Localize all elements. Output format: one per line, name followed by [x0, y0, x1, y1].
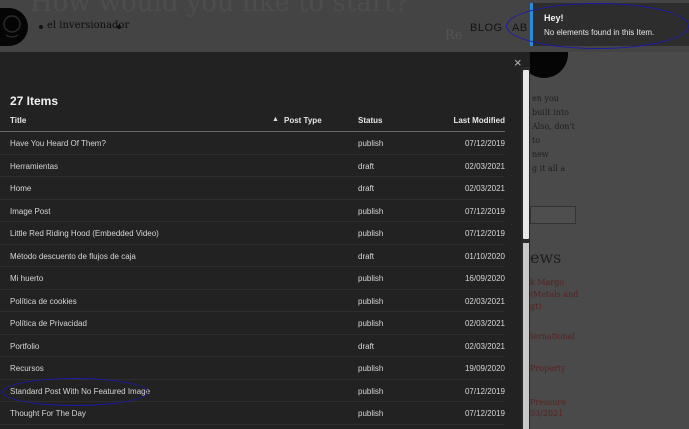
- row-title: Herramientas: [10, 161, 59, 171]
- table-row[interactable]: Thought For The Day publish 07/12/2019: [0, 402, 505, 425]
- row-status: draft: [358, 251, 375, 261]
- sort-caret-up-icon[interactable]: ▲: [272, 116, 279, 123]
- items-modal: × 27 Items Title ▲ Post Type Status Last…: [0, 52, 530, 429]
- sidebar-link[interactable]: ternational: [530, 332, 575, 341]
- row-date: 07/12/2019: [464, 139, 505, 148]
- sidebar-text: built into: [532, 108, 569, 117]
- separator-dot: [39, 25, 43, 29]
- row-status: publish: [358, 229, 384, 238]
- row-status: publish: [358, 319, 384, 328]
- scrollbar-track-lower: [523, 243, 529, 429]
- row-title: Recursos: [10, 364, 44, 373]
- table-row[interactable]: Política de Privacidad publish 02/03/2021: [0, 312, 505, 335]
- row-title: Standard Post With No Featured Image: [10, 386, 151, 396]
- table-row[interactable]: Standard Post With No Featured Image publ…: [0, 380, 505, 402]
- sidebar-text: en you: [532, 94, 559, 103]
- sidebar-text: new: [532, 150, 549, 159]
- column-post-type[interactable]: Post Type: [284, 116, 322, 125]
- column-status[interactable]: Status: [358, 116, 382, 125]
- toast-title: Hey!: [544, 13, 564, 23]
- column-last-modified[interactable]: Last Modified: [453, 116, 505, 125]
- row-status: publish: [358, 274, 384, 283]
- row-date: 02/03/2021: [464, 341, 505, 351]
- row-status: publish: [358, 296, 384, 306]
- row-date: 19/09/2020: [464, 364, 505, 373]
- row-status: publish: [358, 139, 384, 148]
- toast-message: No elements found in this Item.: [544, 28, 655, 37]
- row-date: 01/10/2020: [464, 251, 505, 261]
- row-date: 07/12/2019: [464, 206, 505, 216]
- scrollbar-thumb[interactable]: [523, 70, 529, 239]
- nav-blog[interactable]: BLOG: [470, 22, 503, 34]
- avatar: [530, 52, 568, 78]
- table-row[interactable]: Little Red Riding Hood (Embedded Video) p…: [0, 222, 505, 245]
- site-hero-title: How would you like to start?: [30, 0, 409, 18]
- row-status: publish: [358, 386, 384, 396]
- sidebar-text: Also, don't: [532, 122, 575, 131]
- table-row[interactable]: Have You Heard Of Them? publish 07/12/2019: [0, 132, 505, 155]
- row-title: Have You Heard Of Them?: [10, 139, 106, 148]
- row-date: 02/03/2021: [464, 296, 505, 306]
- row-date: 07/12/2019: [464, 409, 505, 418]
- row-title: Mi huerto: [10, 274, 44, 283]
- sidebar-search-box[interactable]: [530, 206, 576, 224]
- sidebar-link[interactable]: 03/2021: [530, 409, 563, 418]
- row-title: Home: [10, 184, 32, 193]
- row-date: 16/09/2020: [464, 274, 505, 283]
- table-row[interactable]: Política de cookies publish 02/03/2021: [0, 290, 505, 312]
- table-header: Title ▲ Post Type Status Last Modified: [0, 110, 505, 132]
- row-status: publish: [358, 206, 384, 216]
- sidebar-link[interactable]: gt): [530, 302, 541, 311]
- sidebar-link[interactable]: Pressure: [530, 398, 566, 407]
- sidebar-link[interactable]: Property: [530, 364, 565, 373]
- row-status: publish: [358, 364, 384, 373]
- row-title: Política de cookies: [10, 296, 77, 306]
- table-row[interactable]: Herramientas draft 02/03/2021: [0, 155, 505, 177]
- scrollbar[interactable]: [521, 67, 530, 429]
- column-title[interactable]: Title: [10, 116, 26, 125]
- sidebar-link[interactable]: k Margo: [530, 278, 564, 287]
- head-icon: [3, 15, 21, 38]
- row-date: 07/12/2019: [464, 386, 505, 396]
- row-title: Thought For The Day: [10, 409, 86, 418]
- sidebar-text: to: [532, 136, 541, 145]
- table-row[interactable]: Recursos publish 19/09/2020: [0, 357, 505, 380]
- row-title: Portfolio: [10, 341, 40, 351]
- row-status: draft: [358, 161, 375, 171]
- table-row[interactable]: Image Post publish 07/12/2019: [0, 200, 505, 222]
- table-row[interactable]: Método descuento de flujos de caja draft 0…: [0, 245, 505, 267]
- row-date: 02/03/2021: [464, 319, 505, 328]
- faded-button: Re: [445, 28, 463, 43]
- row-date: 02/03/2021: [464, 161, 505, 171]
- row-title: Little Red Riding Hood (Embedded Video): [10, 229, 159, 238]
- row-title: Método descuento de flujos de caja: [10, 251, 136, 261]
- separator-dot: [117, 25, 121, 29]
- table-row[interactable]: Home draft 02/03/2021: [0, 177, 505, 200]
- items-table: Title ▲ Post Type Status Last Modified H…: [0, 110, 520, 425]
- row-title: Image Post: [10, 206, 51, 216]
- toast-notification: Hey! No elements found in this Item.: [530, 3, 689, 46]
- sidebar-link[interactable]: (Metals and: [530, 290, 578, 299]
- table-row[interactable]: Portfolio draft 02/03/2021: [0, 335, 505, 357]
- row-status: publish: [358, 409, 384, 418]
- row-date: 07/12/2019: [464, 229, 505, 238]
- sidebar-text: g it all a: [532, 164, 566, 173]
- row-status: draft: [358, 341, 375, 351]
- row-title: Política de Privacidad: [10, 319, 87, 328]
- nav-about[interactable]: AB: [512, 22, 528, 34]
- row-date: 02/03/2021: [464, 184, 505, 193]
- item-count: 27 Items: [10, 94, 59, 108]
- sidebar-background: en you built into Also, don't to new g i…: [530, 52, 689, 429]
- table-row[interactable]: Mi huerto publish 16/09/2020: [0, 267, 505, 290]
- sidebar-heading: ews: [530, 248, 562, 267]
- row-status: draft: [358, 184, 375, 193]
- site-logo[interactable]: [0, 8, 28, 46]
